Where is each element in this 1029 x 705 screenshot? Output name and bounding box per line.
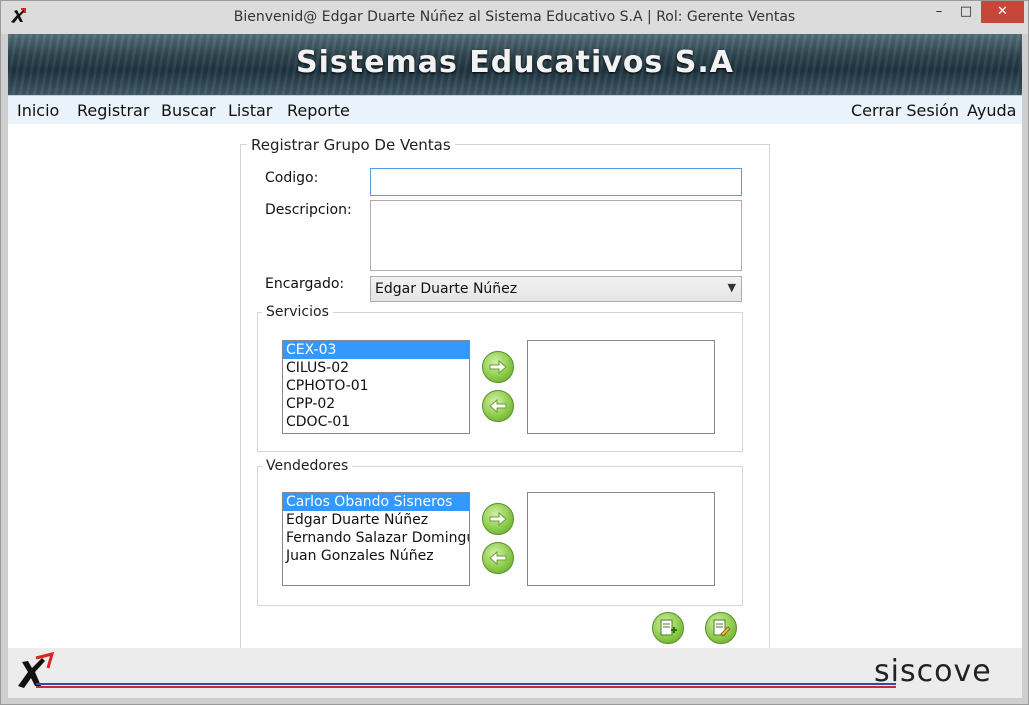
footer: siscove bbox=[8, 648, 1022, 698]
edit-document-icon bbox=[713, 619, 731, 637]
arrow-left-icon bbox=[489, 550, 507, 566]
menu-listar[interactable]: Listar bbox=[228, 101, 272, 120]
banner-title: Sistemas Educativos S.A bbox=[296, 45, 734, 80]
add-servicio-button[interactable] bbox=[482, 351, 514, 383]
servicios-available-list[interactable]: CEX-03 CILUS-02 CPHOTO-01 CPP-02 CDOC-01 bbox=[282, 340, 470, 434]
descripcion-label: Descripcion: bbox=[265, 202, 352, 218]
list-item[interactable]: CPHOTO-01 bbox=[283, 377, 469, 395]
form-legend: Registrar Grupo De Ventas bbox=[247, 136, 455, 154]
list-item[interactable]: CEX-03 bbox=[283, 341, 469, 359]
descripcion-textarea[interactable] bbox=[370, 200, 742, 271]
codigo-input[interactable] bbox=[370, 168, 742, 196]
title-bar[interactable]: Bienvenid@ Edgar Duarte Núñez al Sistema… bbox=[1, 1, 1028, 34]
list-item[interactable]: Edgar Duarte Núñez bbox=[283, 511, 469, 529]
arrow-right-icon bbox=[489, 511, 507, 527]
arrow-left-icon bbox=[489, 398, 507, 414]
header-banner: Sistemas Educativos S.A bbox=[8, 34, 1022, 95]
chevron-down-icon: ▼ bbox=[727, 281, 736, 294]
registrar-grupo-fieldset: Registrar Grupo De Ventas Codigo: Descri… bbox=[240, 136, 770, 654]
list-item[interactable]: CDOC-01 bbox=[283, 413, 469, 431]
edit-document-button[interactable] bbox=[705, 612, 737, 644]
menu-inicio[interactable]: Inicio bbox=[17, 101, 59, 120]
arrow-right-icon bbox=[489, 359, 507, 375]
servicios-legend: Servicios bbox=[262, 304, 333, 320]
app-window: Bienvenid@ Edgar Duarte Núñez al Sistema… bbox=[0, 0, 1029, 705]
new-document-icon bbox=[660, 619, 677, 636]
footer-divider-blue bbox=[36, 683, 896, 685]
menu-reporte[interactable]: Reporte bbox=[287, 101, 350, 120]
window-title: Bienvenid@ Edgar Duarte Núñez al Sistema… bbox=[233, 9, 796, 25]
minimize-button[interactable]: – bbox=[926, 1, 952, 23]
menu-buscar[interactable]: Buscar bbox=[161, 101, 216, 120]
vendedores-legend: Vendedores bbox=[262, 458, 353, 474]
vendedores-assigned-list[interactable] bbox=[527, 492, 715, 586]
vendedores-fieldset: Vendedores Carlos Obando Sisneros Edgar … bbox=[257, 458, 743, 606]
vendedores-available-list[interactable]: Carlos Obando Sisneros Edgar Duarte Núñe… bbox=[282, 492, 470, 586]
menu-ayuda[interactable]: Ayuda bbox=[967, 101, 1016, 120]
main-content: Registrar Grupo De Ventas Codigo: Descri… bbox=[8, 124, 1022, 654]
list-item[interactable]: Fernando Salazar Domingue bbox=[283, 529, 469, 547]
list-item[interactable]: Carlos Obando Sisneros bbox=[283, 493, 469, 511]
menu-cerrar-sesion[interactable]: Cerrar Sesión bbox=[851, 101, 959, 120]
encargado-selected-value: Edgar Duarte Núñez bbox=[375, 281, 518, 297]
encargado-select[interactable]: Edgar Duarte Núñez ▼ bbox=[370, 276, 742, 302]
remove-servicio-button[interactable] bbox=[482, 390, 514, 422]
encargado-label: Encargado: bbox=[265, 276, 345, 292]
codigo-label: Codigo: bbox=[265, 170, 319, 186]
add-vendedor-button[interactable] bbox=[482, 503, 514, 535]
new-document-button[interactable] bbox=[652, 612, 684, 644]
brand-wordmark: siscove bbox=[874, 654, 992, 689]
list-item[interactable]: CPP-02 bbox=[283, 395, 469, 413]
footer-divider-red bbox=[36, 686, 896, 688]
servicios-fieldset: Servicios CEX-03 CILUS-02 CPHOTO-01 CPP-… bbox=[257, 304, 743, 452]
menu-bar: Inicio Registrar Buscar Listar Reporte C… bbox=[8, 96, 1022, 124]
list-item[interactable]: Juan Gonzales Núñez bbox=[283, 547, 469, 565]
maximize-button[interactable]: □ bbox=[953, 1, 979, 23]
close-button[interactable]: ✕ bbox=[981, 1, 1024, 23]
menu-registrar[interactable]: Registrar bbox=[77, 101, 149, 120]
servicios-assigned-list[interactable] bbox=[527, 340, 715, 434]
remove-vendedor-button[interactable] bbox=[482, 542, 514, 574]
list-item[interactable]: CILUS-02 bbox=[283, 359, 469, 377]
